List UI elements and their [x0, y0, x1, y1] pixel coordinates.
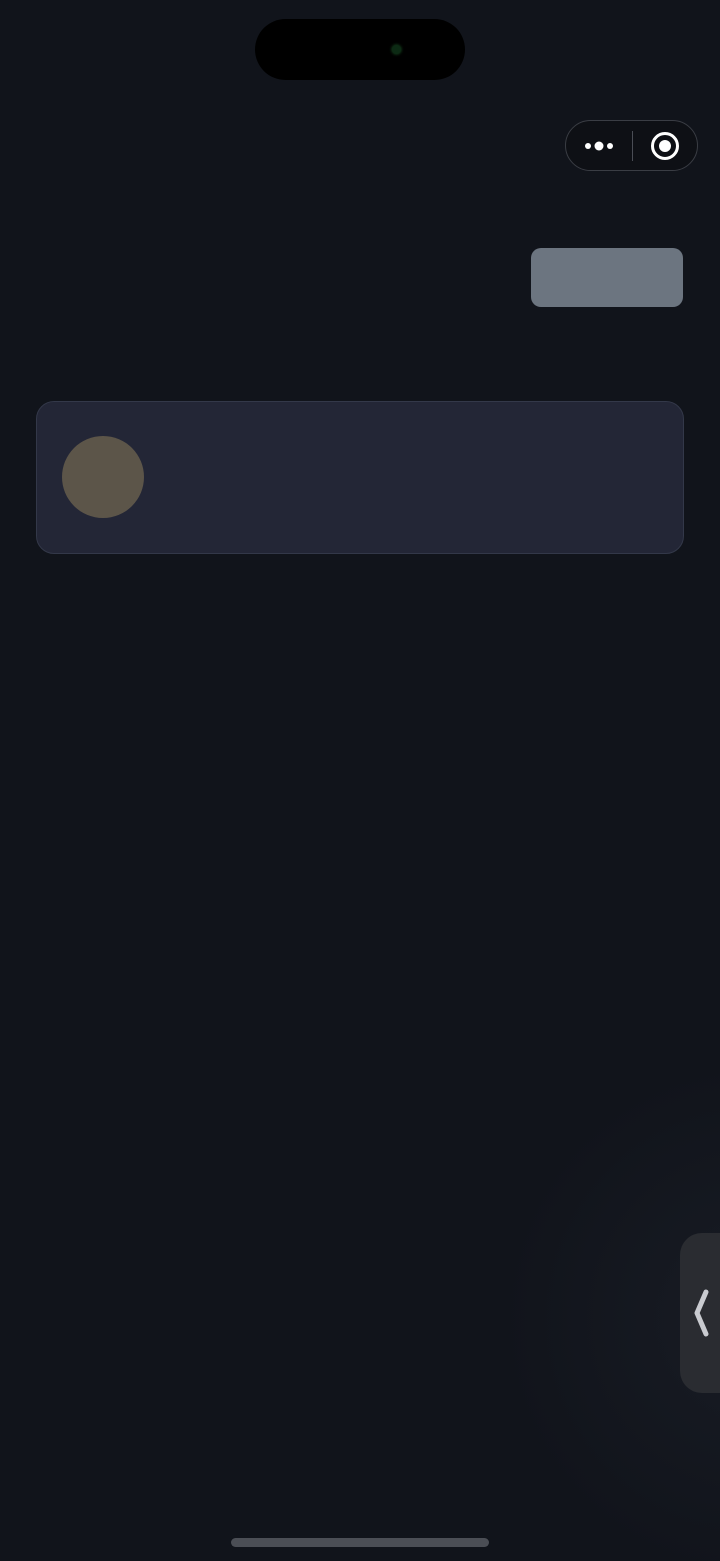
home-indicator[interactable] [231, 1538, 489, 1547]
camera-indicator [392, 45, 401, 54]
profile-card[interactable] [36, 401, 684, 554]
header-action-button[interactable] [531, 248, 683, 307]
side-drawer-handle[interactable] [680, 1233, 720, 1393]
more-button[interactable] [566, 121, 632, 170]
more-dots-icon [585, 141, 613, 150]
mini-program-capsule [565, 120, 698, 171]
avatar [62, 436, 144, 518]
close-button[interactable] [633, 121, 697, 170]
app-screen [0, 0, 720, 1561]
target-circle-icon [651, 131, 679, 160]
dynamic-island [255, 19, 465, 80]
chevron-left-icon [694, 1289, 709, 1337]
